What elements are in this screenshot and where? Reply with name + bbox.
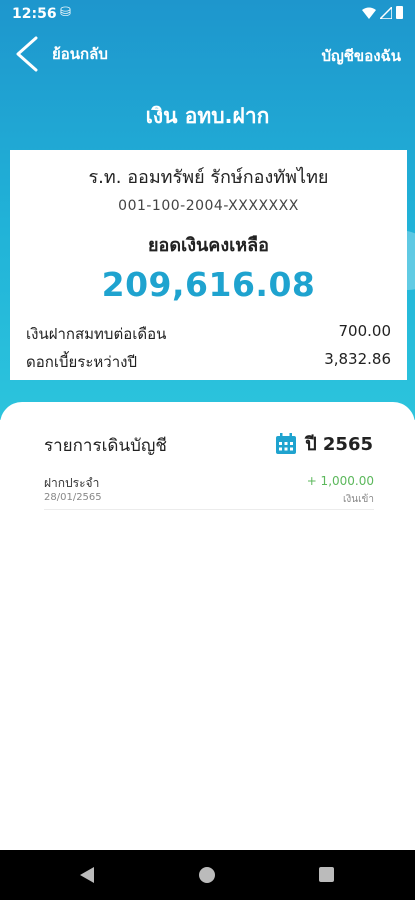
year-label: ปี 2565: [305, 434, 373, 455]
back-button[interactable]: ย้อนกลับ: [14, 34, 108, 74]
transaction-description: ฝากประจำ: [44, 476, 100, 490]
signal-icon: [380, 6, 392, 19]
nav-recents-icon[interactable]: [319, 867, 334, 882]
balance-amount: 209,616.08: [101, 265, 316, 304]
monthly-deposit-row: เงินฝากสมทบต่อเดือน 700.00: [26, 322, 391, 346]
transactions-panel: รายการเดินบัญชี ปี 2565 ฝากประจำ 28/01/2…: [0, 402, 415, 850]
calendar-icon: [276, 432, 297, 454]
account-number: 001-100-2004-XXXXXXX: [118, 198, 299, 214]
chevron-left-icon: [16, 36, 38, 72]
transaction-amount: + 1,000.00: [306, 474, 374, 488]
monthly-deposit-label: เงินฝากสมทบต่อเดือน: [26, 325, 167, 343]
transaction-row[interactable]: ฝากประจำ 28/01/2565 + 1,000.00 เงินเข้า: [44, 472, 374, 510]
page-title: เงิน อทบ.ฝาก: [145, 104, 270, 128]
transactions-title: รายการเดินบัญชี: [44, 436, 167, 456]
battery-icon: [396, 6, 403, 19]
interest-label: ดอกเบี้ยระหว่างปี: [26, 353, 137, 371]
status-bar: 12:56 ⛁: [0, 0, 415, 30]
monthly-deposit-value: 700.00: [338, 322, 392, 340]
system-navigation-bar: [0, 850, 415, 900]
status-icons: [362, 6, 403, 19]
back-label: ย้อนกลับ: [52, 45, 108, 63]
account-summary-card: ร.ท. ออมทรัพย์ รักษ์กองทัพไทย 001-100-20…: [10, 150, 407, 380]
transaction-date: 28/01/2565: [44, 492, 102, 503]
nav-home-icon[interactable]: [199, 867, 215, 883]
balance-label: ยอดเงินคงเหลือ: [148, 235, 269, 256]
my-account-button[interactable]: บัญชีของฉัน: [321, 44, 401, 68]
top-navigation: ย้อนกลับ บัญชีของฉัน: [0, 34, 415, 74]
interest-row: ดอกเบี้ยระหว่างปี 3,832.86: [26, 350, 391, 374]
app-notification-icon: ⛁: [60, 5, 71, 20]
status-time: 12:56: [12, 6, 57, 22]
account-name: ร.ท. ออมทรัพย์ รักษ์กองทัพไทย: [88, 167, 329, 188]
transaction-type: เงินเข้า: [342, 494, 374, 505]
year-filter-button[interactable]: ปี 2565: [275, 429, 373, 458]
wifi-icon: [362, 7, 376, 19]
nav-back-icon[interactable]: [78, 866, 96, 884]
interest-value: 3,832.86: [324, 350, 391, 368]
